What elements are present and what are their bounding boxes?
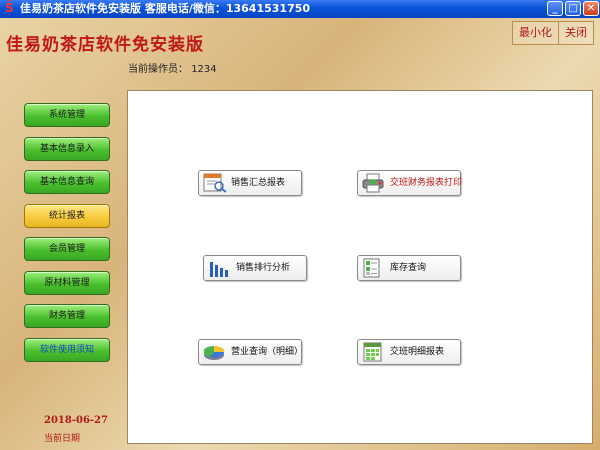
bar-chart-icon <box>207 258 233 278</box>
content-panel: 销售汇总报表 交班财务报表打印 销售排行分析 库存查询 营业查询（明细） 交班明… <box>127 90 593 444</box>
inventory-icon <box>361 258 387 278</box>
pie-chart-icon <box>202 342 228 362</box>
print-report-icon <box>361 173 387 193</box>
sidebar-item-finance[interactable]: 财务管理 <box>24 304 110 328</box>
app-logo-icon: Ŝ <box>5 1 14 15</box>
current-date-value: 2018-06-27 <box>44 415 108 426</box>
sidebar-item-help[interactable]: 软件使用须知 <box>24 338 110 362</box>
top-actions: 最小化 关闭 <box>512 21 594 45</box>
sidebar-item-basic-entry[interactable]: 基本信息录入 <box>24 137 110 161</box>
shift-detail-report-label: 交班明细报表 <box>390 347 445 357</box>
window-title: 佳易奶茶店软件免安装版 客服电话/微信：13641531750 <box>20 2 311 15</box>
operator-value: 1234 <box>191 64 217 75</box>
window-titlebar[interactable]: Ŝ 佳易奶茶店软件免安装版 客服电话/微信：13641531750 _ □ ✕ <box>0 0 600 18</box>
minimize-button[interactable]: 最小化 <box>513 22 558 44</box>
business-query-detail-button[interactable]: 营业查询（明细） <box>198 339 304 365</box>
shift-detail-report-button[interactable]: 交班明细报表 <box>357 339 461 365</box>
sales-ranking-label: 销售排行分析 <box>236 263 291 273</box>
inventory-query-button[interactable]: 库存查询 <box>357 255 461 281</box>
sales-summary-report-button[interactable]: 销售汇总报表 <box>198 170 302 196</box>
spreadsheet-icon <box>361 342 387 362</box>
shift-finance-print-button[interactable]: 交班财务报表打印 <box>357 170 463 196</box>
close-button[interactable]: 关闭 <box>558 22 593 44</box>
window-maximize-button[interactable]: □ <box>565 1 581 16</box>
sales-summary-report-label: 销售汇总报表 <box>231 178 286 188</box>
sidebar-item-members[interactable]: 会员管理 <box>24 237 110 261</box>
app-title: 佳易奶茶店软件免安装版 <box>6 35 204 55</box>
sidebar-item-basic-query[interactable]: 基本信息查询 <box>24 170 110 194</box>
window-minimize-button[interactable]: _ <box>547 1 563 16</box>
window-close-button[interactable]: ✕ <box>583 1 599 16</box>
sales-ranking-button[interactable]: 销售排行分析 <box>203 255 307 281</box>
operator-label: 当前操作员： <box>128 64 188 75</box>
sidebar-item-reports[interactable]: 统计报表 <box>24 204 110 228</box>
shift-finance-print-label: 交班财务报表打印 <box>390 178 463 188</box>
report-search-icon <box>202 173 228 193</box>
business-query-detail-label: 营业查询（明细） <box>231 347 304 357</box>
current-date-label: 当前日期 <box>44 434 81 444</box>
sidebar-item-system[interactable]: 系统管理 <box>24 103 110 127</box>
inventory-query-label: 库存查询 <box>390 263 427 273</box>
operator-info: 当前操作员： 1234 <box>128 60 217 75</box>
sidebar-item-materials[interactable]: 原材料管理 <box>24 271 110 295</box>
main-frame: 佳易奶茶店软件免安装版 当前操作员： 1234 最小化 关闭 系统管理 基本信息… <box>0 18 600 450</box>
